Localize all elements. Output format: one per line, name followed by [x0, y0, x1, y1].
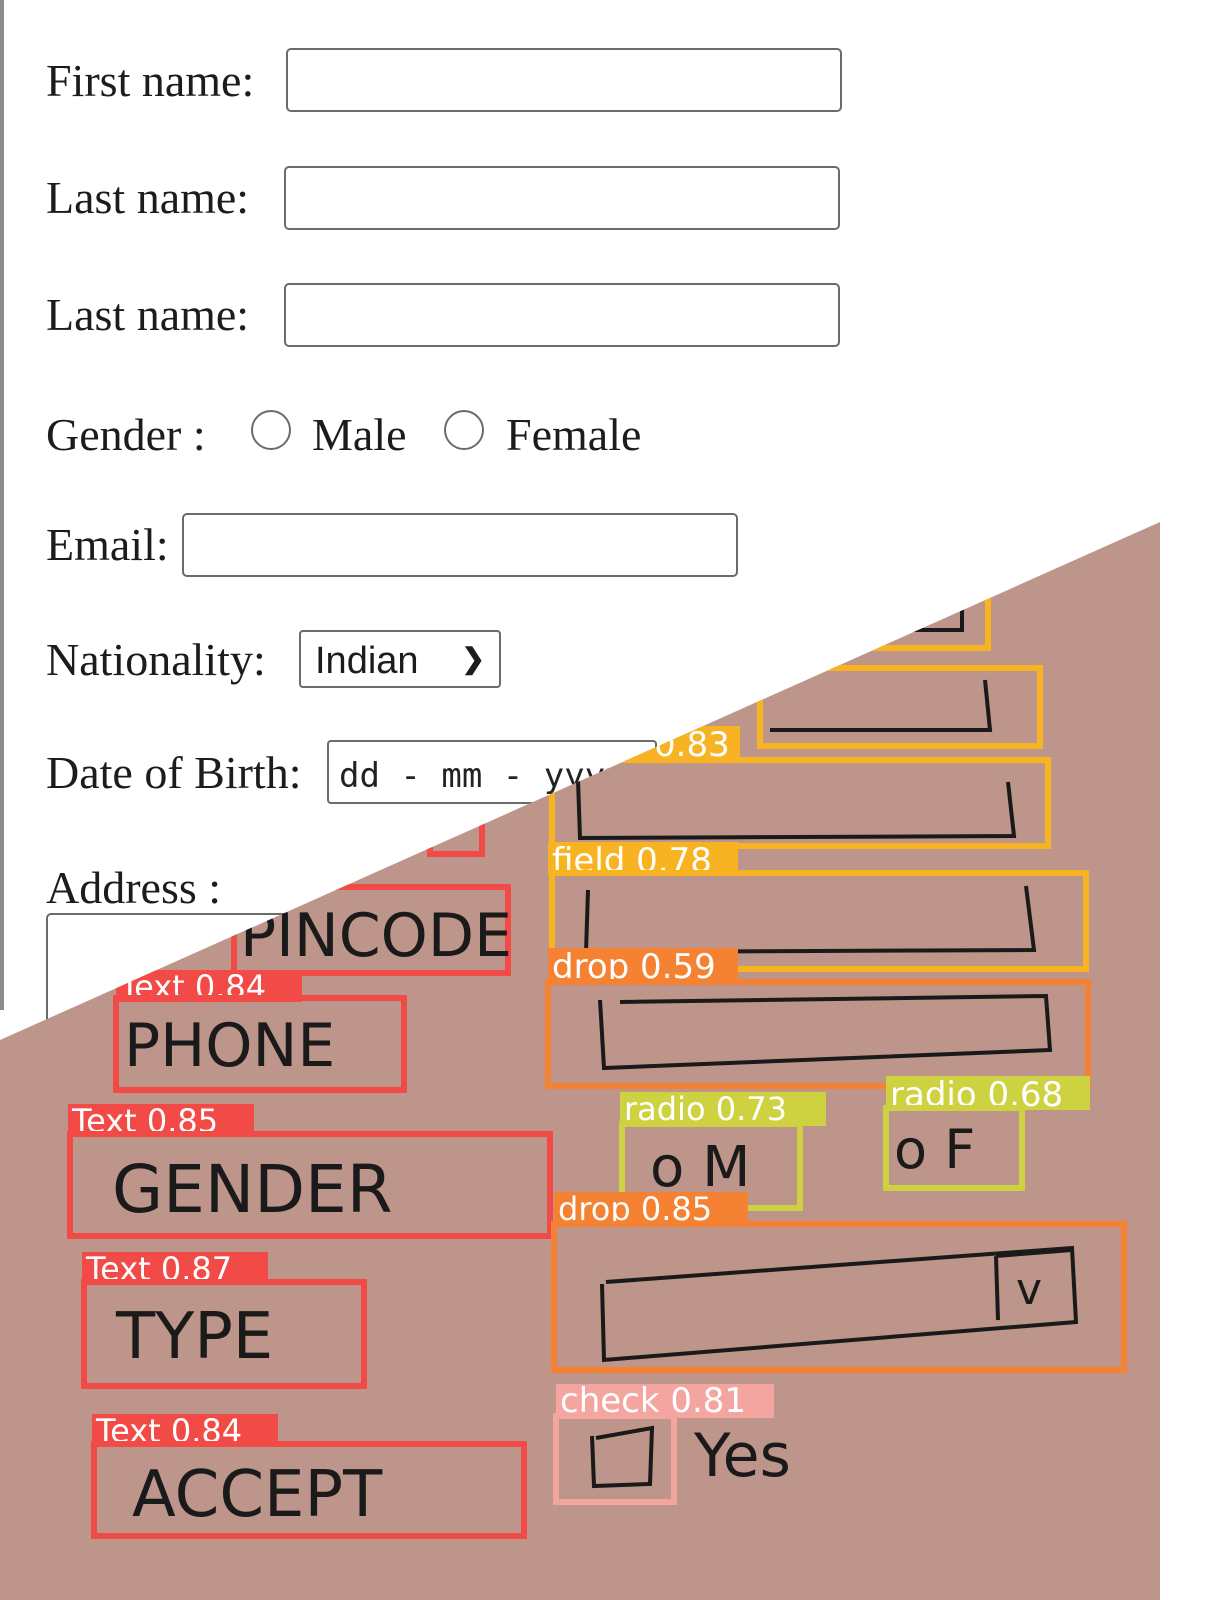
last-name-input-2[interactable]: [284, 283, 840, 347]
male-option-label: Male: [312, 409, 407, 460]
email-label: Email:: [46, 519, 169, 570]
first-name-label: First name:: [46, 55, 255, 106]
address-label: Address :: [46, 862, 222, 913]
radio-068-text: o F: [894, 1118, 975, 1181]
nationality-value: Indian: [315, 640, 419, 682]
check-yes-text: Yes: [693, 1421, 791, 1491]
nationality-select[interactable]: Indian ❯: [299, 630, 501, 688]
text-gender: GENDER: [112, 1151, 393, 1228]
last-name-input[interactable]: [284, 166, 840, 230]
last-name-label-2: Last name:: [46, 289, 250, 340]
chevron-down-icon: ❯: [461, 643, 485, 674]
text-type: TYPE: [115, 1300, 273, 1374]
female-radio[interactable]: [444, 410, 484, 450]
nationality-label: Nationality:: [46, 634, 266, 685]
male-radio[interactable]: [251, 410, 291, 450]
dob-label: Date of Birth:: [46, 747, 302, 798]
email-input[interactable]: [182, 513, 738, 577]
text-phone: PHONE: [124, 1011, 335, 1081]
last-name-label: Last name:: [46, 172, 250, 223]
drop-085-arrow: v: [1016, 1264, 1042, 1315]
female-option-label: Female: [506, 409, 642, 460]
left-border-rule: [0, 0, 4, 1010]
gender-label: Gender :: [46, 409, 206, 460]
first-name-input[interactable]: [286, 48, 842, 112]
text-accept: ACCEPT: [132, 1458, 383, 1532]
